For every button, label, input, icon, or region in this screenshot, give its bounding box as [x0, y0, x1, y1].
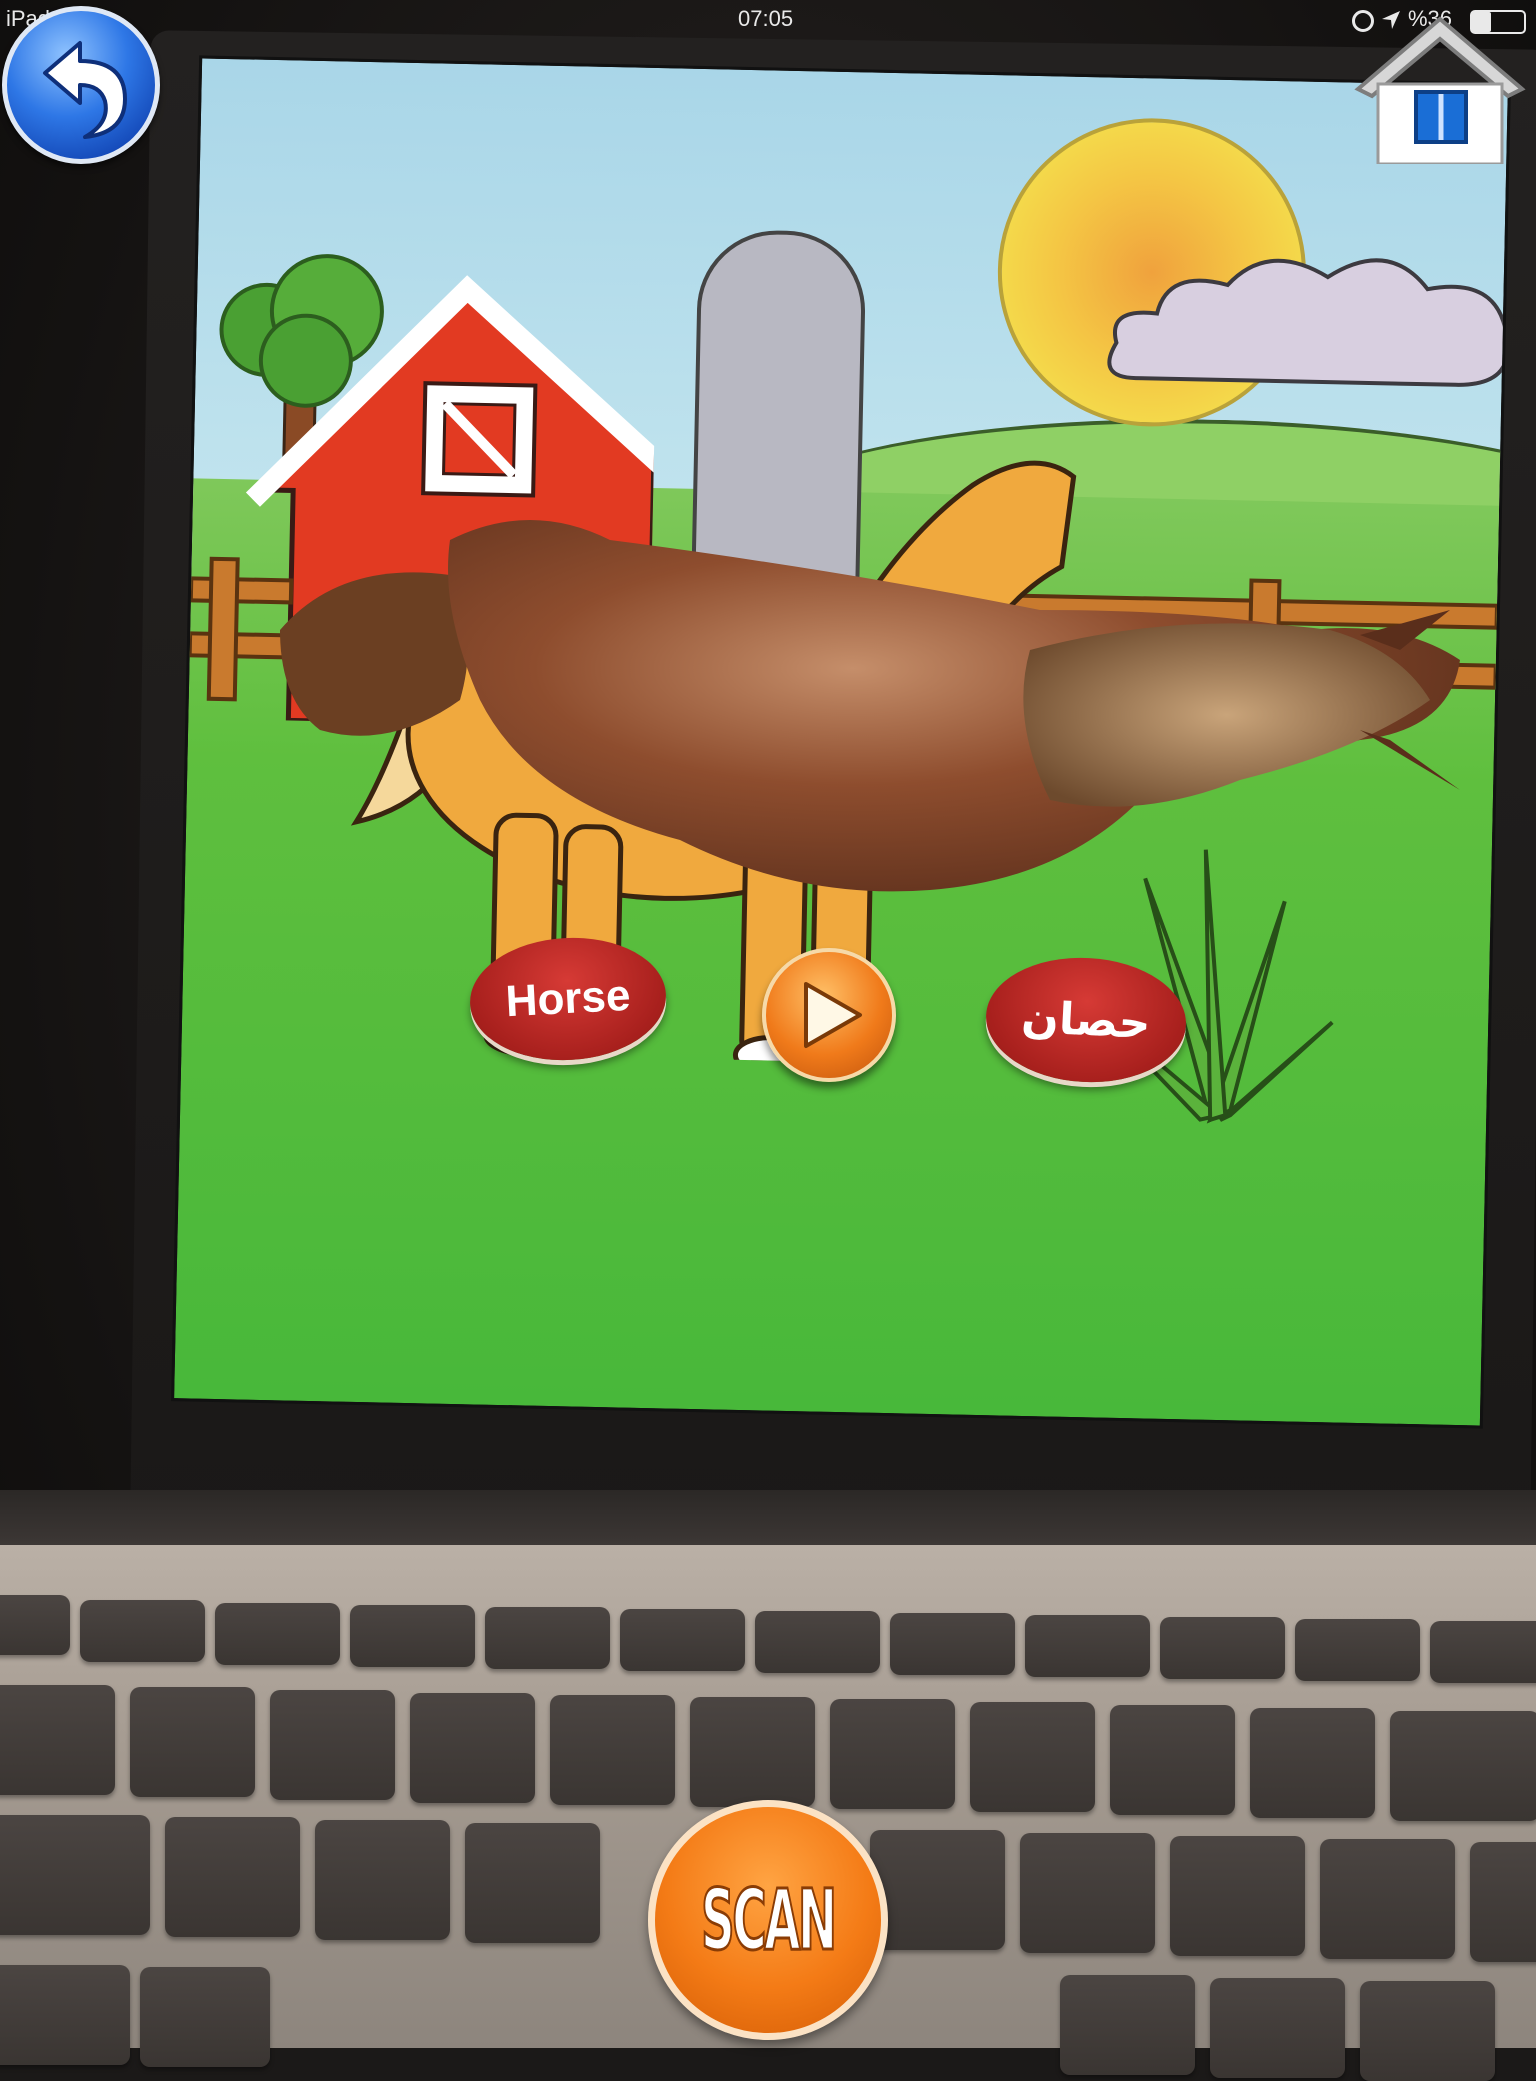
- back-button[interactable]: [2, 6, 160, 164]
- keyboard-key: [140, 1967, 270, 2067]
- keyboard-key: [1020, 1833, 1155, 1953]
- keyboard-key: [465, 1823, 600, 1943]
- keyboard-key: [1160, 1617, 1285, 1679]
- keyboard-key: [970, 1702, 1095, 1812]
- keyboard-key: [350, 1605, 475, 1667]
- keyboard-key: [1110, 1705, 1235, 1815]
- keyboard-key: [410, 1693, 535, 1803]
- keyboard-key: [0, 1965, 130, 2065]
- keyboard-key: [550, 1695, 675, 1805]
- scan-button-label: SCAN: [700, 1870, 838, 1971]
- keyboard-key: [130, 1687, 255, 1797]
- keyboard-key: [1210, 1978, 1345, 2078]
- keyboard-key: [1320, 1839, 1455, 1959]
- arabic-word-text: حصان: [1020, 991, 1152, 1049]
- cloud-icon: [1107, 258, 1508, 387]
- keyboard-key: [1025, 1615, 1150, 1677]
- back-arrow-icon: [43, 41, 127, 139]
- keyboard-key: [690, 1697, 815, 1807]
- keyboard-key: [270, 1690, 395, 1800]
- status-time: 07:05: [738, 6, 794, 31]
- keyboard-key: [1060, 1975, 1195, 2075]
- keyboard-key: [890, 1613, 1015, 1675]
- keyboard-key: [620, 1609, 745, 1671]
- keyboard-key: [1390, 1711, 1536, 1821]
- keyboard-key: [315, 1820, 450, 1940]
- scan-button[interactable]: SCAN: [648, 1800, 888, 2040]
- keyboard-key: [1360, 1981, 1495, 2081]
- ar-horse-3d-model: [280, 520, 1460, 892]
- keyboard-key: [870, 1830, 1005, 1950]
- home-icon: [1414, 90, 1468, 144]
- keyboard-key: [1295, 1619, 1420, 1681]
- keyboard-key: [1250, 1708, 1375, 1818]
- play-icon: [804, 982, 862, 1048]
- keyboard-key: [215, 1603, 340, 1665]
- keyboard-key: [1430, 1621, 1536, 1683]
- keyboard-key: [80, 1600, 205, 1662]
- keyboard-key: [0, 1685, 115, 1795]
- home-button[interactable]: [1350, 14, 1530, 164]
- keyboard-key: [0, 1815, 150, 1935]
- keyboard-key: [485, 1607, 610, 1669]
- keyboard-key: [165, 1817, 300, 1937]
- english-word-text: Horse: [504, 970, 632, 1027]
- keyboard-key: [0, 1595, 70, 1655]
- keyboard-key: [1170, 1836, 1305, 1956]
- keyboard-key: [1470, 1842, 1536, 1962]
- keyboard-key: [830, 1699, 955, 1809]
- keyboard-key: [755, 1611, 880, 1673]
- play-sound-button[interactable]: [762, 948, 896, 1082]
